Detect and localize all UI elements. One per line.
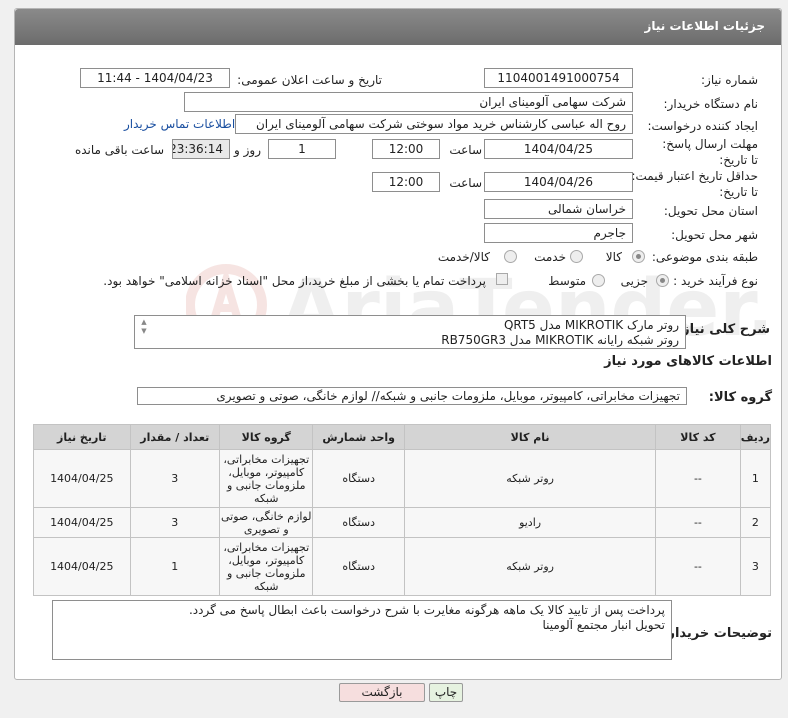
description-line-1: روتر مارک MIKROTIK مدل QRT5 xyxy=(503,318,679,332)
col-group: گروه کالا xyxy=(218,424,314,450)
announce-field: 1404/04/23 - 11:44 xyxy=(80,68,230,88)
deadline-time-field: 12:00 xyxy=(372,139,440,159)
description-textarea[interactable]: روتر مارک MIKROTIK مدل QRT5 روتر شبکه را… xyxy=(134,315,686,349)
table-row[interactable]: 1 -- روتر شبکه دستگاه تجهیزات مخابراتی، … xyxy=(33,449,772,508)
cell-unit: دستگاه xyxy=(312,449,405,508)
requester-label: ایجاد کننده درخواست: xyxy=(647,119,758,133)
process-radio-minor[interactable] xyxy=(656,274,669,287)
col-unit: واحد شمارش xyxy=(312,424,405,450)
buyer-notes-line-2: تحویل انبار مجتمع آلومینا xyxy=(542,618,665,632)
treasury-checkbox[interactable] xyxy=(496,273,508,285)
cell-code: -- xyxy=(655,449,741,508)
category-radio-service[interactable] xyxy=(570,250,583,263)
items-table: ردیف کد کالا نام کالا واحد شمارش گروه کا… xyxy=(33,424,772,596)
deadline-date-field: 1404/04/25 xyxy=(484,139,633,159)
cell-group: تجهیزات مخابراتی، کامپیوتر، موبایل، ملزو… xyxy=(218,449,314,508)
panel-title: جزئیات اطلاعات نیاز xyxy=(644,19,765,33)
treasury-note: پرداخت تمام یا بخشی از مبلغ خرید،از محل … xyxy=(103,274,486,288)
requester-field: روح اله عباسی کارشناس خرید مواد سوختی شر… xyxy=(235,114,633,134)
cell-unit: دستگاه xyxy=(312,507,405,538)
category-option-goods: کالا xyxy=(605,250,622,264)
description-line-2: روتر شبکه رایانه MIKROTIK مدل RB750GR3 xyxy=(441,333,679,347)
process-option-minor: جزیی xyxy=(620,274,648,288)
province-label: استان محل تحویل: xyxy=(663,204,758,218)
deadline-days-label: روز و xyxy=(234,143,261,157)
cell-group: لوازم خانگی، صوتی و تصویری xyxy=(218,507,314,538)
price-validity-time-label: ساعت xyxy=(449,176,482,190)
remaining-time-field: 23:36:14 xyxy=(172,139,230,159)
cell-row: 2 xyxy=(739,507,772,538)
buyer-org-label: نام دستگاه خریدار: xyxy=(663,97,759,111)
buyer-org-field: شرکت سهامی آلومینای ایران xyxy=(184,92,633,112)
goods-info-title: اطلاعات کالاهای مورد نیاز xyxy=(604,354,772,369)
cell-code: -- xyxy=(655,537,741,596)
buyer-contact-link[interactable]: اطلاعات تماس خریدار xyxy=(124,117,235,131)
cell-name: روتر شبکه xyxy=(403,537,657,596)
process-label: نوع فرآیند خرید : xyxy=(673,274,758,288)
buyer-notes-label: توضیحات خریدار: xyxy=(662,626,772,641)
price-validity-date-field: 1404/04/26 xyxy=(484,172,633,192)
cell-row: 1 xyxy=(739,449,772,508)
description-label: شرح کلی نیاز: xyxy=(676,322,770,337)
city-field: جاجرم xyxy=(484,223,633,243)
price-validity-label: حداقل تاریخ اعتبار قیمت: تا تاریخ: xyxy=(631,169,758,199)
category-option-service: خدمت xyxy=(534,250,566,264)
cell-group: تجهیزات مخابراتی، کامپیوتر، موبایل، ملزو… xyxy=(218,537,314,596)
cell-qty: 1 xyxy=(129,537,221,596)
table-row[interactable]: 2 -- رادیو دستگاه لوازم خانگی، صوتی و تص… xyxy=(33,507,772,538)
back-button[interactable]: بازگشت xyxy=(339,683,425,702)
panel-header: جزئیات اطلاعات نیاز xyxy=(15,9,781,45)
cell-unit: دستگاه xyxy=(312,537,405,596)
process-radio-medium[interactable] xyxy=(592,274,605,287)
cell-qty: 3 xyxy=(129,507,221,538)
cell-date: 1404/04/25 xyxy=(33,507,131,538)
col-qty: تعداد / مقدار xyxy=(129,424,221,450)
col-name: نام کالا xyxy=(403,424,657,450)
cell-name: روتر شبکه xyxy=(403,449,657,508)
announce-label: تاریخ و ساعت اعلان عمومی: xyxy=(237,73,382,87)
price-validity-time-field: 12:00 xyxy=(372,172,440,192)
print-button[interactable]: چاپ xyxy=(429,683,463,702)
goods-group-field: تجهیزات مخابراتی، کامپیوتر، موبایل، ملزو… xyxy=(137,387,687,405)
cell-row: 3 xyxy=(739,537,772,596)
buyer-notes-line-1: پرداخت پس از تایید کالا یک ماهه هرگونه م… xyxy=(188,603,665,617)
table-row[interactable]: 3 -- روتر شبکه دستگاه تجهیزات مخابراتی، … xyxy=(33,537,772,596)
category-option-goods-service: کالا/خدمت xyxy=(437,250,490,264)
province-field: خراسان شمالی xyxy=(484,199,633,219)
need-number-label: شماره نیاز: xyxy=(701,73,758,87)
process-option-medium: متوسط xyxy=(548,274,586,288)
deadline-time-label: ساعت xyxy=(449,143,482,157)
category-label: طبقه بندی موضوعی: xyxy=(651,250,758,264)
table-header-row: ردیف کد کالا نام کالا واحد شمارش گروه کا… xyxy=(33,424,772,450)
cell-qty: 3 xyxy=(129,449,221,508)
col-code: کد کالا xyxy=(655,424,741,450)
category-radio-goods[interactable] xyxy=(632,250,645,263)
cell-name: رادیو xyxy=(403,507,657,538)
col-date: تاریخ نیاز xyxy=(33,424,131,450)
cell-date: 1404/04/25 xyxy=(33,537,131,596)
category-radio-goods-service[interactable] xyxy=(504,250,517,263)
deadline-days-field: 1 xyxy=(268,139,336,159)
cell-date: 1404/04/25 xyxy=(33,449,131,508)
col-row: ردیف xyxy=(739,424,772,450)
city-label: شهر محل تحویل: xyxy=(671,228,758,242)
need-number-field: 1104001491000754 xyxy=(484,68,633,88)
scroll-arrows-icon[interactable]: ▲ ▼ xyxy=(139,318,149,338)
remaining-time-label: ساعت باقی مانده xyxy=(74,143,164,157)
buyer-notes-textarea[interactable]: پرداخت پس از تایید کالا یک ماهه هرگونه م… xyxy=(52,600,672,660)
goods-group-label: گروه کالا: xyxy=(708,390,772,405)
deadline-label: مهلت ارسال پاسخ: تا تاریخ: xyxy=(662,137,758,167)
cell-code: -- xyxy=(655,507,741,538)
